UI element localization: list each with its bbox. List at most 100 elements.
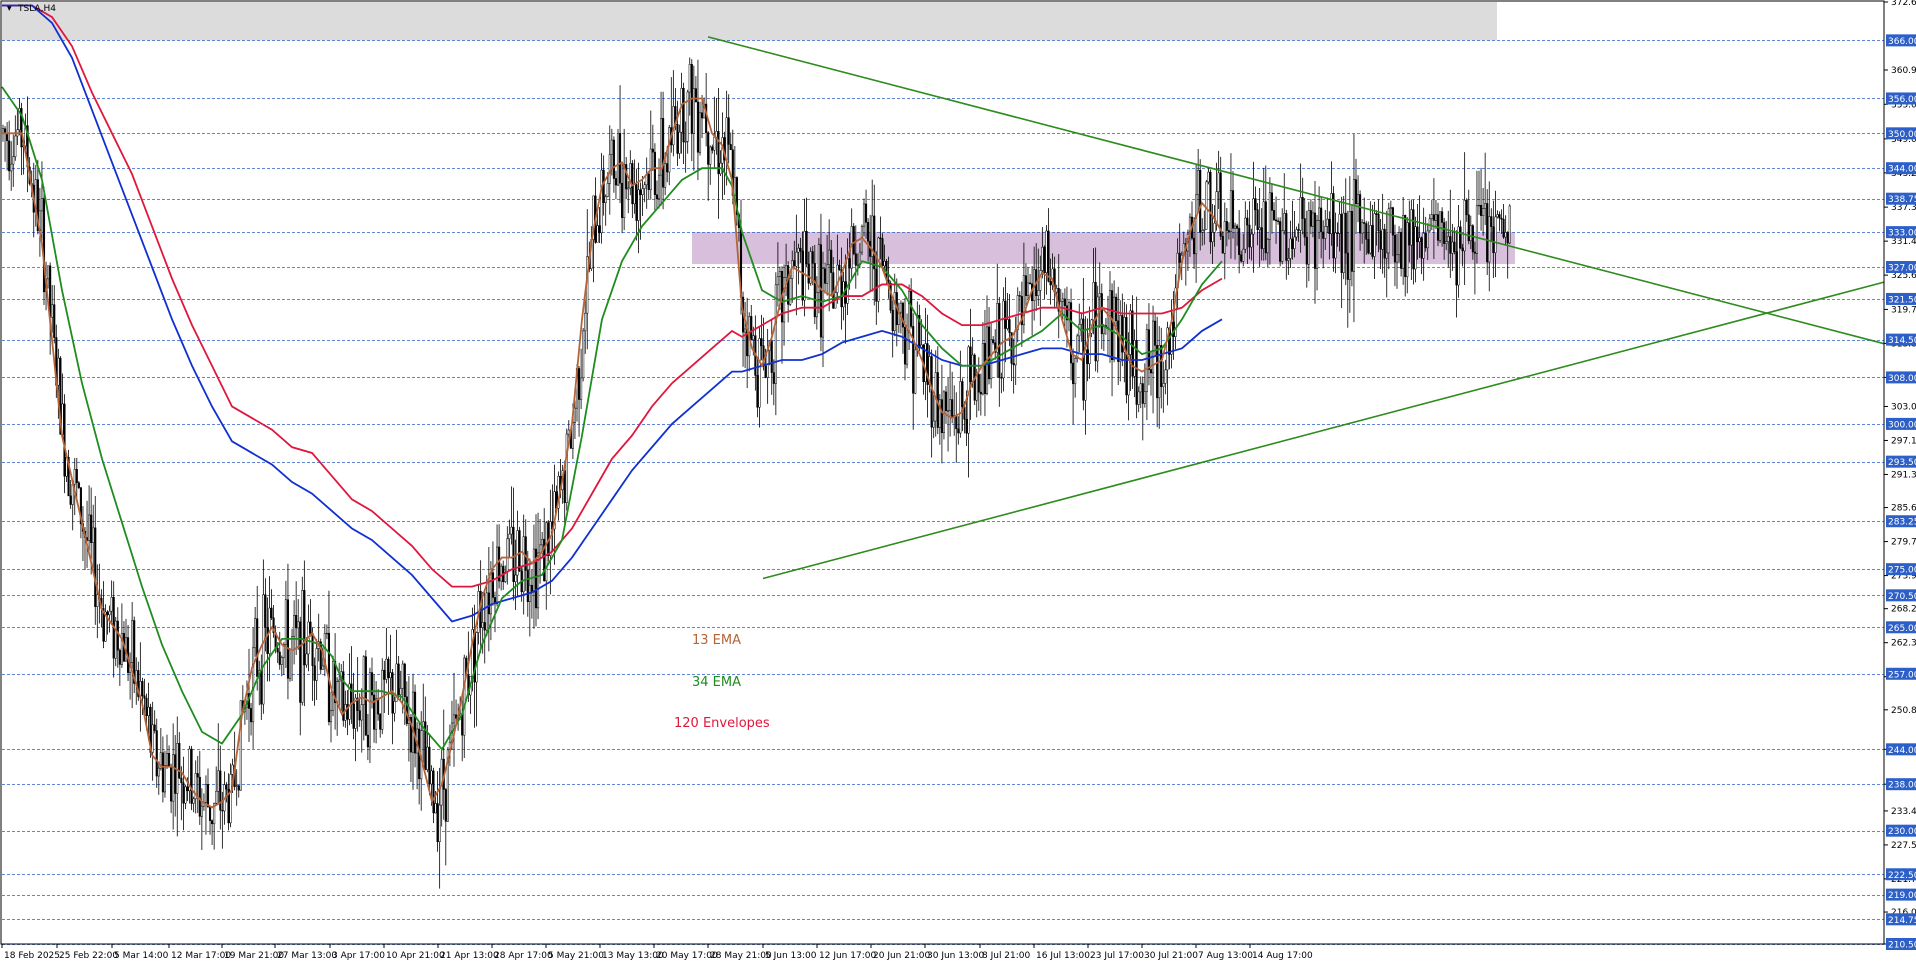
time-tick-label: 8 Jul 21:00	[982, 951, 1031, 961]
price-tick-label: 227.55	[1891, 841, 1916, 851]
svg-text:219.00: 219.00	[1888, 891, 1916, 901]
legend-ema13-label: 13 EMA	[692, 633, 741, 648]
price-tick-label: 233.40	[1891, 807, 1916, 817]
level-price-tag: 300.00	[1886, 417, 1916, 430]
level-price-tag: 238.00	[1886, 778, 1916, 791]
candle	[582, 327, 585, 382]
svg-text:275.00: 275.00	[1888, 566, 1916, 576]
candle	[288, 648, 292, 682]
level-price-tag: 230.00	[1886, 824, 1916, 837]
svg-text:327.00: 327.00	[1888, 263, 1916, 273]
level-price-tag: 308.00	[1886, 371, 1916, 384]
level-price-tag: 338.75	[1886, 192, 1916, 205]
time-tick-label: 14 Aug 17:00	[1252, 951, 1313, 961]
candle	[518, 526, 521, 573]
svg-text:356.00: 356.00	[1888, 95, 1916, 105]
svg-text:210.50: 210.50	[1888, 941, 1916, 951]
svg-text:238.00: 238.00	[1888, 781, 1916, 791]
svg-text:270.50: 270.50	[1888, 592, 1916, 602]
svg-text:283.25: 283.25	[1888, 518, 1916, 528]
svg-text:230.00: 230.00	[1888, 827, 1916, 837]
svg-text:344.00: 344.00	[1888, 165, 1916, 175]
time-tick-label: 28 May 21:00	[710, 951, 772, 961]
candle	[809, 247, 812, 286]
svg-text:214.75: 214.75	[1888, 916, 1916, 926]
price-tick-label: 262.35	[1891, 639, 1916, 649]
price-tick-label: 279.75	[1891, 538, 1916, 548]
candle	[364, 650, 367, 736]
time-tick-label: 7 Aug 13:00	[1198, 951, 1253, 961]
level-price-tag: 314.50	[1886, 333, 1916, 346]
level-price-tag: 214.75	[1886, 913, 1916, 926]
svg-text:366.00: 366.00	[1888, 37, 1916, 47]
level-price-tag: 344.00	[1886, 162, 1916, 175]
candle	[914, 344, 917, 395]
time-tick-label: 3 Apr 17:00	[332, 951, 385, 961]
candle	[1096, 285, 1099, 373]
level-price-tag: 244.00	[1886, 743, 1916, 756]
level-price-tag: 321.50	[1886, 292, 1916, 305]
svg-text:265.00: 265.00	[1888, 624, 1916, 634]
level-price-tag: 327.00	[1886, 260, 1916, 273]
time-tick-label: 30 Jul 21:00	[1144, 951, 1198, 961]
price-tick-label: 360.90	[1891, 66, 1916, 76]
price-tick-label: 372.60	[1891, 0, 1916, 8]
time-tick-label: 21 Apr 13:00	[440, 951, 499, 961]
time-tick-label: 12 Mar 17:00	[171, 951, 231, 961]
price-chart[interactable]: 372.60360.90355.00349.05343.20337.30331.…	[0, 0, 1916, 963]
candle	[1205, 179, 1208, 230]
candle	[889, 280, 892, 314]
time-tick-label: 18 Feb 2025	[4, 951, 60, 961]
level-price-tag: 366.00	[1886, 34, 1916, 47]
svg-text:222.50: 222.50	[1888, 871, 1916, 881]
level-price-tag: 350.00	[1886, 127, 1916, 140]
svg-text:314.50: 314.50	[1888, 336, 1916, 346]
candle	[852, 223, 855, 256]
candle	[42, 186, 46, 305]
level-price-tag: 270.50	[1886, 589, 1916, 602]
svg-text:257.00: 257.00	[1888, 670, 1916, 680]
candle	[1279, 217, 1282, 267]
svg-text:244.00: 244.00	[1888, 746, 1916, 756]
chart-window: 372.60360.90355.00349.05343.20337.30331.…	[0, 0, 1916, 963]
price-zone-0	[2, 2, 1497, 41]
svg-text:338.75: 338.75	[1888, 195, 1916, 205]
time-tick-label: 5 Mar 14:00	[114, 951, 169, 961]
svg-text:321.50: 321.50	[1888, 295, 1916, 305]
candle	[332, 655, 335, 717]
price-tick-label: 331.45	[1891, 237, 1916, 247]
level-price-tag: 275.00	[1886, 563, 1916, 576]
price-tick-label: 297.15	[1891, 436, 1916, 446]
level-price-tag: 222.50	[1886, 868, 1916, 881]
time-tick-label: 25 Feb 22:00	[59, 951, 118, 961]
legend-ema34-label: 34 EMA	[692, 675, 741, 690]
legend-envelope-label: 120 Envelopes	[674, 716, 770, 731]
time-tick-label: 10 Apr 21:00	[386, 951, 445, 961]
level-price-tag: 219.00	[1886, 888, 1916, 901]
level-price-tag: 257.00	[1886, 667, 1916, 680]
time-tick-label: 20 Jun 21:00	[873, 951, 930, 961]
time-tick-label: 20 May 17:00	[656, 951, 718, 961]
level-price-tag: 210.50	[1886, 938, 1916, 951]
window-menu-icon[interactable]: ▾	[7, 4, 12, 14]
time-tick-label: 23 Jul 17:00	[1090, 951, 1144, 961]
time-tick-label: 13 May 13:00	[602, 951, 664, 961]
svg-text:333.00: 333.00	[1888, 229, 1916, 239]
price-tick-label: 268.20	[1891, 605, 1916, 615]
chart-title: TSLA,H4	[17, 4, 56, 14]
price-tick-label: 291.30	[1891, 470, 1916, 480]
price-tick-label: 319.70	[1891, 305, 1916, 315]
candle	[1508, 204, 1511, 245]
candle	[565, 428, 568, 511]
price-tick-label: 250.80	[1891, 706, 1916, 716]
candle	[881, 233, 884, 271]
time-tick-label: 28 Apr 17:00	[494, 951, 553, 961]
level-price-tag: 283.25	[1886, 515, 1916, 528]
svg-text:300.00: 300.00	[1888, 420, 1916, 430]
time-tick-label: 5 Jun 13:00	[765, 951, 817, 961]
svg-text:308.00: 308.00	[1888, 374, 1916, 384]
svg-text:350.00: 350.00	[1888, 130, 1916, 140]
candle	[301, 576, 304, 706]
time-tick-label: 16 Jul 13:00	[1036, 951, 1090, 961]
level-price-tag: 356.00	[1886, 92, 1916, 105]
